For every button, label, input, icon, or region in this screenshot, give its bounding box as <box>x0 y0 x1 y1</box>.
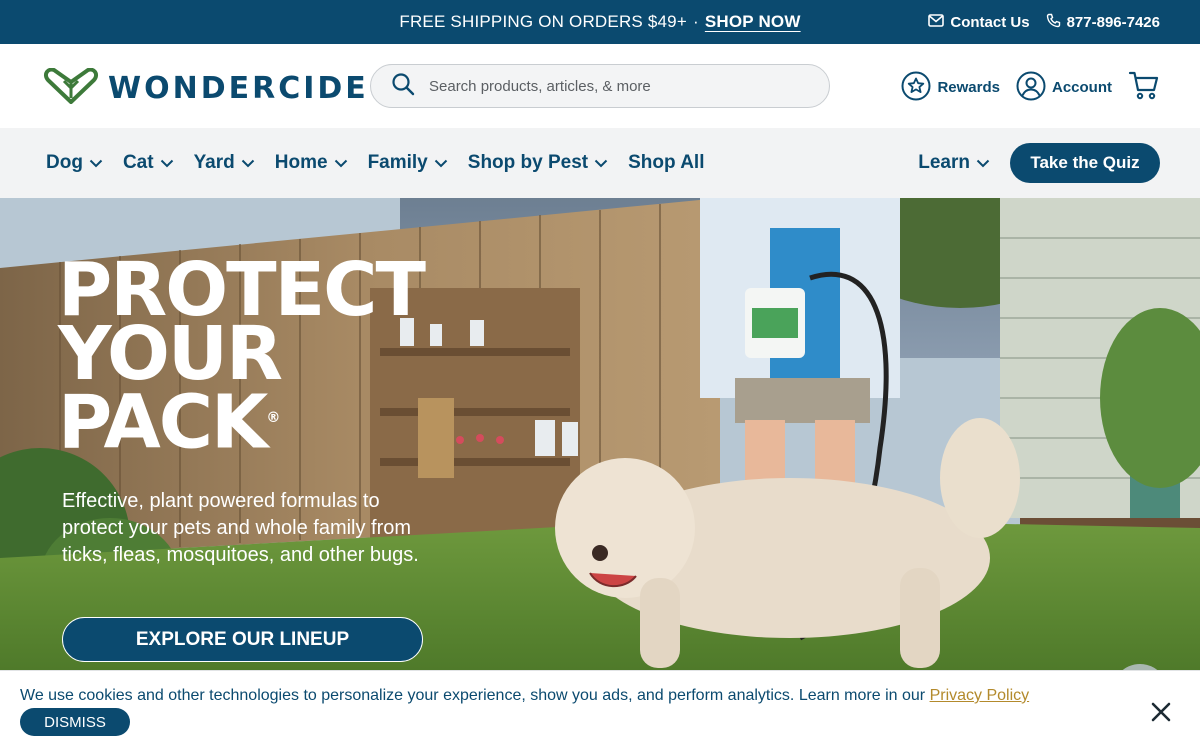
cart-icon[interactable] <box>1128 69 1160 106</box>
hero-subtitle: Effective, plant powered formulas to pro… <box>62 490 419 566</box>
site-header: WONDERCIDE Rewards Account <box>0 44 1200 128</box>
chevron-down-icon <box>334 152 348 174</box>
nav-menu: Dog Cat Yard Home Family Shop by Pest Sh… <box>46 128 704 198</box>
cookie-message: We use cookies and other technologies to… <box>20 687 1029 705</box>
chevron-down-icon <box>160 152 174 174</box>
nav-item-home[interactable]: Home <box>275 152 348 174</box>
account-label: Account <box>1052 79 1112 96</box>
dismiss-button[interactable]: DISMISS <box>20 708 130 736</box>
rewards-link[interactable]: Rewards <box>901 71 1000 105</box>
nav-item-label: Family <box>367 152 428 173</box>
logo[interactable]: WONDERCIDE <box>42 67 369 109</box>
nav-item-yard[interactable]: Yard <box>194 152 255 174</box>
nav-item-label: Cat <box>122 152 154 173</box>
promo-text: FREE SHIPPING ON ORDERS $49+ <box>399 12 687 31</box>
hero-title-line: PACK® <box>58 379 281 466</box>
nav-item-family[interactable]: Family <box>368 152 448 174</box>
explore-lineup-button[interactable]: EXPLORE OUR LINEUP <box>62 617 423 662</box>
nav-item-label: Dog <box>46 152 83 173</box>
close-icon[interactable] <box>1150 701 1172 723</box>
privacy-policy-link[interactable]: Privacy Policy <box>930 687 1030 704</box>
main-nav: Dog Cat Yard Home Family Shop by Pest Sh… <box>0 128 1200 198</box>
hero-banner: PROTECT YOUR PACK® Effective, plant powe… <box>0 198 1200 670</box>
search-icon[interactable] <box>391 72 415 101</box>
phone-icon <box>1046 13 1061 32</box>
nav-item-label: Shop All <box>628 152 705 173</box>
mail-icon <box>928 13 945 31</box>
contact-us-label: Contact Us <box>950 13 1030 31</box>
contact-links: Contact Us 877-896-7426 <box>928 0 1160 44</box>
nav-item-label: Shop by Pest <box>467 152 589 173</box>
nav-item-cat[interactable]: Cat <box>123 152 174 174</box>
cookie-text: We use cookies and other technologies to… <box>20 687 926 704</box>
heart-leaf-logo-icon <box>42 67 100 109</box>
nav-item-dog[interactable]: Dog <box>46 152 103 174</box>
account-link[interactable]: Account <box>1016 71 1112 105</box>
hero-title: PROTECT YOUR PACK® <box>58 253 426 466</box>
cookie-banner: We use cookies and other technologies to… <box>0 670 1200 750</box>
announcement-bar: FREE SHIPPING ON ORDERS $49+ · SHOP NOW … <box>0 0 1200 44</box>
nav-item-shop-by-pest[interactable]: Shop by Pest <box>468 152 608 174</box>
phone-link[interactable]: 877-896-7426 <box>1046 13 1160 32</box>
chevron-down-icon <box>241 152 255 174</box>
chevron-down-icon <box>976 152 990 174</box>
chevron-down-icon <box>89 152 103 174</box>
search-bar[interactable] <box>370 64 830 108</box>
nav-item-label: Home <box>274 152 328 173</box>
phone-number: 877-896-7426 <box>1066 13 1160 31</box>
chevron-down-icon <box>434 152 448 174</box>
take-quiz-button[interactable]: Take the Quiz <box>1010 143 1160 183</box>
header-actions: Rewards Account <box>901 69 1160 106</box>
nav-item-label: Learn <box>918 152 970 173</box>
nav-item-learn[interactable]: Learn <box>918 152 990 174</box>
chevron-down-icon <box>594 152 608 174</box>
contact-us-link[interactable]: Contact Us <box>928 13 1030 31</box>
nav-right: Learn Take the Quiz <box>918 143 1160 183</box>
search-input[interactable] <box>429 77 789 95</box>
user-icon <box>1016 71 1046 105</box>
nav-item-label: Yard <box>193 152 235 173</box>
rewards-label: Rewards <box>937 79 1000 96</box>
registered-mark: ® <box>266 410 281 426</box>
star-badge-icon <box>901 71 931 105</box>
shop-now-link[interactable]: SHOP NOW <box>705 12 801 32</box>
nav-item-shop-all[interactable]: Shop All <box>628 152 704 174</box>
promo-separator: · <box>692 12 699 31</box>
logo-text: WONDERCIDE <box>108 71 369 106</box>
